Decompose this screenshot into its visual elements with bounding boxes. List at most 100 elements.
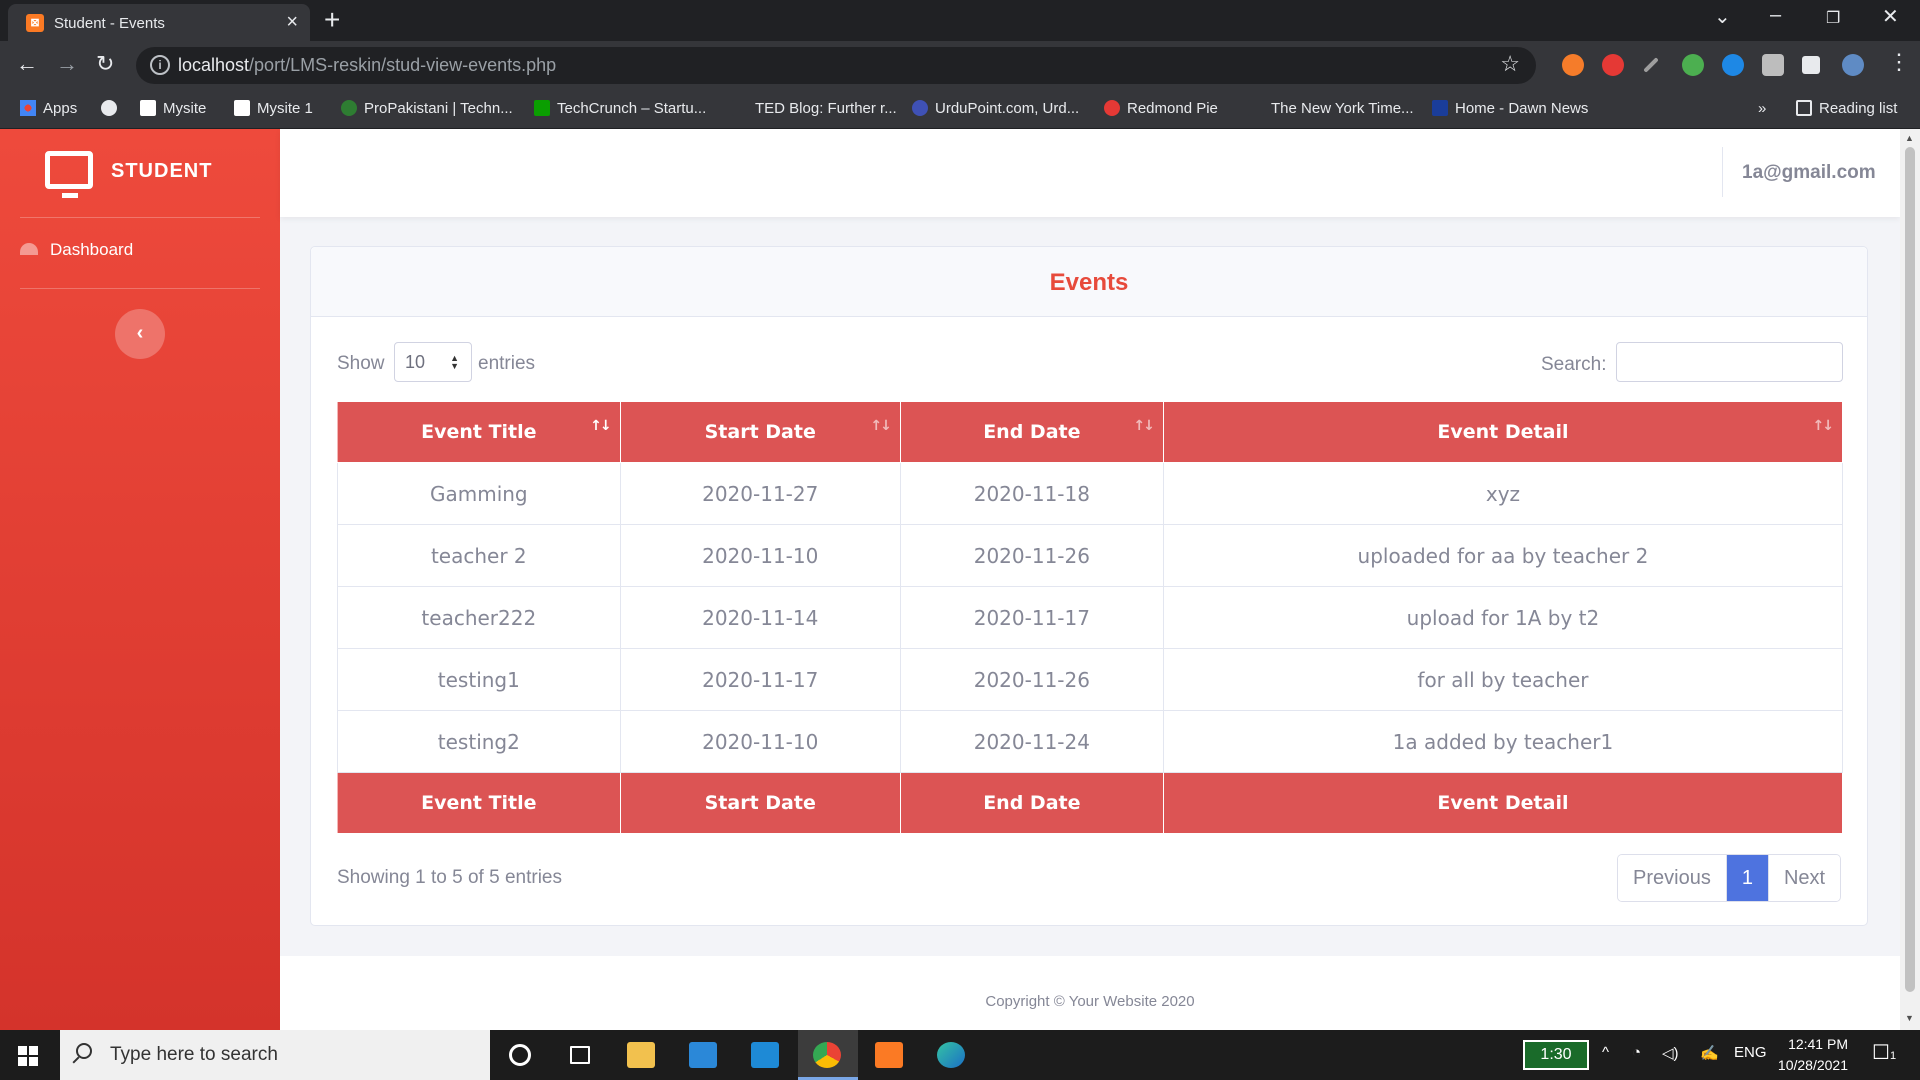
bookmark-redmondpie[interactable]: Redmond Pie [1104, 100, 1218, 117]
extension-icon[interactable] [1562, 54, 1584, 76]
back-icon[interactable]: ← [16, 51, 38, 77]
events-table: Event Title ↑↓ Start Date ↑↓ End Date ↑↓ Ev… [337, 401, 1844, 834]
browser-tab[interactable]: ⊠ Student - Events × [8, 4, 310, 41]
restore-icon[interactable]: ❐ [1826, 8, 1840, 28]
reading-list-icon [1796, 100, 1812, 116]
language-indicator[interactable]: ENG [1734, 1044, 1767, 1061]
bookmark-urdupoint[interactable]: UrduPoint.com, Urd... [912, 100, 1079, 117]
column-header-start-date[interactable]: Start Date ↑↓ [619, 401, 901, 463]
footer-event-detail: Event Detail [1162, 772, 1844, 834]
chrome-icon[interactable] [798, 1030, 858, 1080]
extensions-puzzle-icon[interactable] [1802, 56, 1820, 74]
cell-event-title: testing1 [337, 648, 621, 711]
column-header-end-date[interactable]: End Date ↑↓ [899, 401, 1164, 463]
forward-icon[interactable]: → [56, 51, 78, 77]
sort-icon: ↑↓ [870, 418, 892, 434]
bookmark-label: Apps [43, 100, 78, 117]
bookmark-mysite-1[interactable]: Mysite 1 [234, 100, 313, 117]
next-button[interactable]: Next [1767, 855, 1841, 901]
url-host: localhost [178, 55, 250, 75]
address-bar[interactable]: i localhost/port/LMS-reskin/stud-view-ev… [136, 47, 1536, 84]
url-text: localhost/port/LMS-reskin/stud-view-even… [178, 55, 556, 76]
sort-icon: ↑↓ [1133, 418, 1155, 434]
scroll-down-icon[interactable]: ▼ [1905, 1013, 1914, 1023]
volume-icon[interactable]: ◁) [1662, 1044, 1679, 1062]
profile-avatar[interactable] [1842, 54, 1864, 76]
brand-name[interactable]: STUDENT [111, 160, 212, 183]
tab-search-chevron-icon[interactable]: ⌄ [1714, 4, 1731, 29]
tab-title: Student - Events [54, 15, 165, 32]
xampp-icon[interactable] [860, 1030, 920, 1080]
pen-extension-icon[interactable] [1643, 57, 1659, 73]
cell-start-date: 2020-11-17 [619, 648, 901, 711]
column-header-event-detail[interactable]: Event Detail ↑↓ [1162, 401, 1844, 463]
bookmark-dawn[interactable]: Home - Dawn News [1432, 100, 1588, 117]
taskbar: Type here to search 1:30 ^ ◔ ◁) ✍ ENG 12… [0, 1030, 1920, 1080]
new-tab-icon[interactable]: + [324, 6, 340, 34]
techcrunch-icon [534, 100, 550, 116]
scroll-up-icon[interactable]: ▲ [1905, 133, 1914, 143]
page-scrollbar[interactable]: ▲ ▼ [1900, 129, 1920, 1030]
bookmark-label: Mysite [163, 100, 207, 117]
table-row: Gamming 2020-11-27 2020-11-18 xyz [337, 462, 1844, 525]
bookmark-techcrunch[interactable]: TechCrunch – Startu... [534, 100, 706, 117]
user-email[interactable]: 1a@gmail.com [1742, 162, 1876, 184]
outlook-icon[interactable] [674, 1030, 734, 1080]
bookmark-label: Home - Dawn News [1455, 100, 1589, 117]
bookmark-label: The New York Time... [1271, 100, 1414, 117]
url-path: /port/LMS-reskin/stud-view-events.php [249, 55, 557, 75]
bookmark-label: ProPakistani | Techn... [364, 100, 513, 117]
tab-close-icon[interactable]: × [286, 11, 298, 34]
show-hidden-icons-icon[interactable]: ^ [1602, 1044, 1609, 1061]
file-explorer-icon[interactable] [612, 1030, 672, 1080]
bookmark-star-icon[interactable]: ☆ [1500, 51, 1520, 77]
bookmark-ted[interactable]: TED Blog: Further r... [732, 100, 897, 117]
notification-center-icon[interactable]: ☐1 [1872, 1040, 1896, 1065]
previous-button[interactable]: Previous [1618, 855, 1726, 901]
task-view-icon[interactable] [550, 1030, 610, 1080]
bookmarks-overflow-icon[interactable]: » [1758, 100, 1766, 117]
sidebar-item-dashboard[interactable]: Dashboard [20, 240, 133, 260]
column-header-event-title[interactable]: Event Title ↑↓ [337, 401, 621, 463]
search-input[interactable] [1616, 342, 1843, 382]
globe-icon [101, 100, 117, 116]
taskbar-search-box[interactable]: Type here to search [60, 1030, 490, 1080]
minimize-icon[interactable]: – [1770, 4, 1781, 27]
cell-end-date: 2020-11-18 [899, 462, 1164, 525]
page-content: STUDENT Dashboard ‹ 1a@gmail.com Events … [0, 129, 1920, 1030]
edge-icon[interactable] [922, 1030, 982, 1080]
table-footer-row: Event Title Start Date End Date Event De… [337, 772, 1844, 834]
bookmark-globe[interactable] [101, 100, 124, 117]
menu-kebab-icon[interactable]: ⋮ [1888, 49, 1910, 75]
sidebar-toggle-button[interactable]: ‹ [115, 309, 165, 359]
pen-workspace-icon[interactable]: ✍ [1700, 1044, 1719, 1062]
bookmark-nytimes[interactable]: The New York Time... [1248, 100, 1414, 117]
extension-icon[interactable] [1722, 54, 1744, 76]
page-length-select[interactable]: 10 ▲ ▼ [394, 342, 472, 382]
vscode-icon[interactable] [736, 1030, 796, 1080]
windows-start-icon[interactable] [18, 1046, 38, 1066]
reading-list[interactable]: Reading list [1796, 100, 1897, 117]
battery-indicator[interactable]: 1:30 [1523, 1040, 1589, 1070]
reload-icon[interactable]: ↻ [96, 51, 114, 77]
system-clock[interactable]: 12:41 PM 10/28/2021 [1768, 1034, 1848, 1076]
extension-icon[interactable] [1682, 54, 1704, 76]
cell-event-detail: uploaded for aa by teacher 2 [1162, 524, 1844, 587]
bookmark-apps[interactable]: Apps [20, 100, 77, 117]
window-close-icon[interactable]: ✕ [1882, 4, 1899, 29]
clock-date: 10/28/2021 [1777, 1057, 1848, 1073]
extension-icon[interactable] [1602, 54, 1624, 76]
network-icon[interactable]: ◔ [1632, 1044, 1641, 1061]
camera-extension-icon[interactable] [1762, 54, 1784, 76]
browser-tab-bar: ⊠ Student - Events × + ⌄ – ❐ ✕ [0, 0, 1920, 41]
bookmark-mysite[interactable]: Mysite [140, 100, 206, 117]
scrollbar-thumb[interactable] [1905, 147, 1915, 992]
table-row: testing2 2020-11-10 2020-11-24 1a added … [337, 710, 1844, 773]
cell-end-date: 2020-11-26 [899, 524, 1164, 587]
bookmark-propakistani[interactable]: ProPakistani | Techn... [341, 100, 513, 117]
cell-end-date: 2020-11-24 [899, 710, 1164, 773]
page-1-button[interactable]: 1 [1725, 855, 1768, 901]
cortana-icon[interactable] [490, 1030, 550, 1080]
site-info-icon[interactable]: i [150, 55, 170, 75]
browser-toolbar: ← → ↻ i localhost/port/LMS-reskin/stud-v… [0, 41, 1920, 90]
